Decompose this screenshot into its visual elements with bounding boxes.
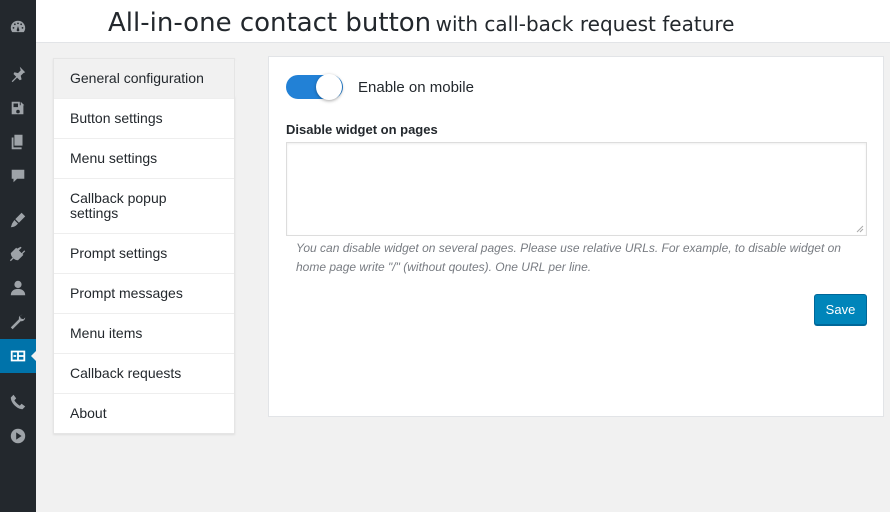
toggle-knob — [316, 74, 342, 100]
nav-item-callback-requests[interactable]: Callback requests — [54, 354, 234, 394]
plugins-icon[interactable] — [0, 237, 36, 271]
admin-sidebar — [0, 0, 37, 512]
contact-button-icon[interactable] — [0, 339, 37, 373]
enable-mobile-toggle[interactable] — [286, 74, 343, 100]
play-icon[interactable] — [0, 419, 36, 453]
pin-icon[interactable] — [0, 57, 36, 91]
enable-mobile-row: Enable on mobile — [286, 74, 474, 100]
nav-item-about[interactable]: About — [54, 394, 234, 433]
disable-pages-textarea[interactable] — [286, 142, 867, 236]
settings-nav: General configuration Button settings Me… — [53, 58, 243, 434]
page-header: All-in-one contact button with call-back… — [36, 0, 890, 43]
nav-item-general-configuration[interactable]: General configuration — [54, 59, 243, 99]
nav-item-prompt-settings[interactable]: Prompt settings — [54, 234, 234, 274]
appearance-icon[interactable] — [0, 203, 36, 237]
page-title-subtitle: with call-back request feature — [435, 12, 735, 36]
users-icon[interactable] — [0, 271, 36, 305]
disable-pages-help-text: You can disable widget on several pages.… — [296, 241, 841, 274]
nav-item-prompt-messages[interactable]: Prompt messages — [54, 274, 234, 314]
phone-icon[interactable] — [0, 385, 36, 419]
nav-item-callback-popup-settings[interactable]: Callback popup settings — [54, 179, 234, 234]
page-title: All-in-one contact button with call-back… — [108, 8, 734, 38]
resize-grip-icon[interactable] — [854, 223, 864, 233]
nav-item-button-settings[interactable]: Button settings — [54, 99, 234, 139]
disable-pages-label: Disable widget on pages — [286, 122, 438, 137]
enable-mobile-label: Enable on mobile — [358, 78, 474, 96]
save-button[interactable]: Save — [814, 294, 867, 325]
settings-panel: Enable on mobile Disable widget on pages… — [268, 56, 884, 417]
nav-item-menu-items[interactable]: Menu items — [54, 314, 234, 354]
media-icon[interactable] — [0, 91, 36, 125]
page-title-main: All-in-one contact button — [108, 8, 432, 38]
nav-item-menu-settings[interactable]: Menu settings — [54, 139, 234, 179]
comments-icon[interactable] — [0, 159, 36, 193]
tools-icon[interactable] — [0, 305, 36, 339]
dashboard-icon[interactable] — [0, 10, 36, 44]
pages-icon[interactable] — [0, 125, 36, 159]
